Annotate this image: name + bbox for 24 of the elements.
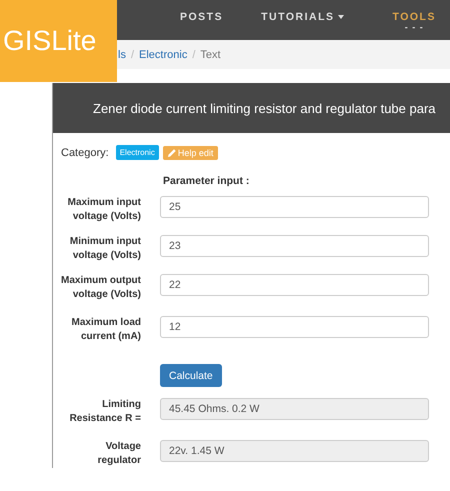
- active-marker: - - -: [404, 22, 424, 32]
- breadcrumb-link[interactable]: ls: [118, 48, 126, 60]
- breadcrumb-separator: /: [192, 48, 196, 60]
- field-label: Maximum input voltage (Volts): [66, 196, 141, 224]
- breadcrumb-link[interactable]: Electronic: [139, 48, 188, 60]
- field-label: Maximum load current (mA): [70, 316, 141, 344]
- calculate-button[interactable]: Calculate: [160, 364, 222, 387]
- input-field[interactable]: 12: [160, 316, 429, 338]
- nav-link[interactable]: POSTS: [180, 0, 224, 40]
- input-field[interactable]: 23: [160, 235, 429, 257]
- pencil-icon: [168, 148, 176, 156]
- input-field[interactable]: 22: [160, 274, 429, 296]
- result-label: Limiting Resistance R =: [68, 398, 141, 426]
- nav-link[interactable]: TOOLS - - -: [392, 0, 436, 40]
- card-title: Zener diode current limiting resistor and regulator tube para: [93, 100, 436, 116]
- field-label: Maximum output voltage (Volts): [61, 274, 141, 302]
- input-field[interactable]: 25: [160, 196, 429, 218]
- category-label: Category:: [61, 146, 109, 158]
- breadcrumb-link[interactable]: Text: [200, 48, 221, 60]
- section-heading: Parameter input :: [163, 175, 250, 187]
- result-label: Voltage regulator: [96, 440, 141, 468]
- field-label: Minimum input voltage (Volts): [68, 235, 141, 263]
- breadcrumb-separator: /: [130, 48, 134, 60]
- nav-link[interactable]: TUTORIALS: [261, 0, 344, 40]
